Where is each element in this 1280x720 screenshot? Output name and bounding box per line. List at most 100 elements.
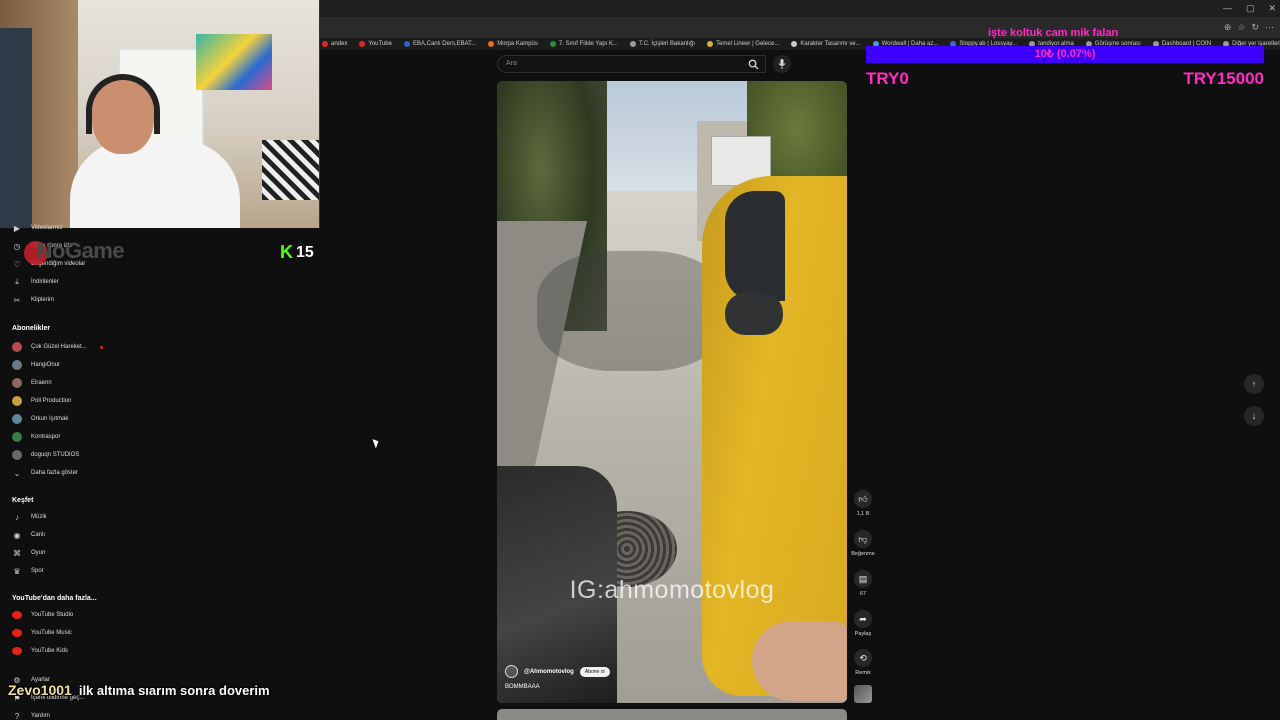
sidebar-item-label: HangiOnur xyxy=(31,362,61,368)
subscription-item[interactable]: doguqn STUDIOS xyxy=(12,450,79,460)
window-controls: — ▢ ✕ xyxy=(1223,3,1276,14)
search-button[interactable] xyxy=(741,55,766,73)
bookmark-label: andex xyxy=(331,41,348,47)
next-short-preview[interactable] xyxy=(497,709,847,720)
previous-short-button[interactable]: ↑ xyxy=(1244,374,1264,394)
close-button[interactable]: ✕ xyxy=(1268,3,1276,14)
explore-item[interactable]: ♛ Spor xyxy=(12,566,44,576)
kick-viewer-badge: K 15 xyxy=(280,242,314,263)
donation-goal-title: işte koltuk cam mik falan xyxy=(988,27,1119,39)
explore-item[interactable]: ♪ Müzik xyxy=(12,512,47,522)
trophy-icon: ♛ xyxy=(13,566,21,576)
sound-thumbnail[interactable] xyxy=(854,685,872,703)
show-more-button[interactable]: ⌄ Daha fazla göster xyxy=(12,468,78,478)
comment-button[interactable]: ▤ xyxy=(854,570,872,588)
screen: — ▢ ✕ ⊕ ☆ ↻ ⋯ andex YouTube EBA,Canlı Ders… xyxy=(0,0,1280,720)
video-watermark: IG:ahmomotovlog xyxy=(569,576,775,604)
bookmark-favicon-icon xyxy=(359,41,366,47)
bookmark-label: 7. Sınıf Fiilde Yapı K... xyxy=(558,41,619,47)
next-short-button[interactable]: ↓ xyxy=(1244,406,1264,426)
channel-name[interactable]: @Ahmomotovlog xyxy=(524,669,574,675)
donation-min-label: TRY0 xyxy=(866,69,909,88)
dislike-label: Beğenme xyxy=(851,551,875,557)
mouse-cursor-icon xyxy=(372,437,381,449)
bookmark-favicon-icon xyxy=(488,41,495,47)
thumb-up-icon: 👍︎ xyxy=(858,493,868,504)
voice-search-button[interactable] xyxy=(773,55,791,73)
subscription-item[interactable]: Poll Production xyxy=(12,396,71,406)
subscription-item[interactable]: HangiOnur xyxy=(12,360,60,370)
webcam-feed xyxy=(0,0,320,228)
brand-overlay: ONoGame xyxy=(36,238,125,263)
sidebar-item-label: Orkun Işıtmak xyxy=(31,416,69,422)
explore-item[interactable]: ⌘ Oyun xyxy=(12,548,45,558)
minimize-button[interactable]: — xyxy=(1223,3,1232,14)
address-bar[interactable]: ⊕ ☆ ↻ ⋯ xyxy=(320,18,1280,38)
subscribe-button[interactable]: Abone ol xyxy=(579,666,610,677)
like-button[interactable]: 👍︎ xyxy=(854,490,872,508)
chat-text: ilk altıma sıarım sonra doverim xyxy=(78,683,270,698)
like-action: 👍︎ 1,1 B xyxy=(850,490,876,517)
bookmark-favicon-icon xyxy=(549,41,556,47)
bookmark-item[interactable]: YouTube xyxy=(359,38,392,50)
donation-amount: 10₺ (0.07%) xyxy=(1034,48,1096,60)
search-icon xyxy=(748,59,759,70)
live-icon: ◉ xyxy=(13,530,21,540)
download-icon: ⤓ xyxy=(15,277,19,286)
bookmark-label: Morpa Kampüs xyxy=(497,41,538,47)
bookmark-item[interactable]: Morpa Kampüs xyxy=(488,38,538,50)
chevron-down-icon: ⌄ xyxy=(13,468,21,478)
share-button[interactable]: ➦ xyxy=(854,610,872,628)
sidebar-item-label: Oyun xyxy=(31,550,46,556)
toolbar-icons: ⊕ ☆ ↻ ⋯ xyxy=(1224,22,1274,33)
youtube-app-item[interactable]: YouTube Studio xyxy=(12,610,73,620)
channel-avatar xyxy=(12,342,22,352)
remix-action: ⟲ Remix xyxy=(850,649,876,676)
sidebar-item-label: Poll Production xyxy=(31,398,72,404)
remix-button[interactable]: ⟲ xyxy=(854,649,872,667)
sidebar-item[interactable]: ⤓ İndirilenler xyxy=(12,277,58,287)
youtube-app-item[interactable]: YouTube Kids xyxy=(12,646,68,656)
like-count: 1,1 B xyxy=(856,511,870,517)
sidebar-item[interactable]: ▶ Videolarınız xyxy=(12,223,63,233)
shorts-video-player[interactable]: IG:ahmomotovlog @Ahmomotovlog Abone ol B… xyxy=(497,81,847,703)
bookmark-item[interactable]: EBA,Canlı Ders,EBAT... xyxy=(403,38,476,50)
bookmark-item[interactable]: 7. Sınıf Fiilde Yapı K... xyxy=(549,38,619,50)
subscription-item[interactable]: Kontraspor xyxy=(12,432,60,442)
refresh-icon[interactable]: ↻ xyxy=(1251,22,1259,33)
bookmark-label: Karakter Tasarımı ve... xyxy=(800,41,861,47)
maximize-button[interactable]: ▢ xyxy=(1246,3,1255,14)
search-input[interactable]: Ara xyxy=(497,55,766,73)
explore-item[interactable]: ◉ Canlı xyxy=(12,530,46,540)
bookmark-item[interactable]: Karakter Tasarımı ve... xyxy=(791,38,861,50)
menu-icon[interactable]: ⋯ xyxy=(1265,22,1274,33)
video-car-window xyxy=(725,191,785,301)
dislike-button[interactable]: 👎︎ xyxy=(854,530,872,548)
channel-avatar xyxy=(12,378,22,388)
video-channel-info: @Ahmomotovlog Abone ol xyxy=(505,665,610,678)
extension-icon[interactable]: ⊕ xyxy=(1224,22,1232,33)
sidebar-bottom-item[interactable]: ? Yardım xyxy=(12,711,50,720)
subscriptions-heading[interactable]: Abonelikler xyxy=(12,325,50,332)
webcam-border xyxy=(0,0,320,228)
sidebar-item[interactable]: ✂ Kliplerim xyxy=(12,295,54,305)
youtube-logo-icon xyxy=(12,611,22,619)
channel-avatar[interactable] xyxy=(505,665,518,678)
channel-avatar xyxy=(12,414,22,424)
bookmark-item[interactable]: andex xyxy=(322,38,347,50)
subscription-item[interactable]: Elraenn xyxy=(12,378,52,388)
subscription-item[interactable]: Çok Güzel Hareket... xyxy=(12,342,103,352)
youtube-app-item[interactable]: YouTube Music xyxy=(12,628,72,638)
youtube-logo-icon xyxy=(12,629,22,637)
sidebar-item-label: Spor xyxy=(31,568,44,574)
star-icon[interactable]: ☆ xyxy=(1237,22,1245,33)
bookmark-favicon-icon xyxy=(403,41,410,47)
more-from-youtube-heading[interactable]: YouTube'dan daha fazla... xyxy=(12,595,97,602)
sidebar-item-label: doguqn STUDIOS xyxy=(31,452,80,458)
bookmark-item[interactable]: T.C. İçişleri Bakanlığı xyxy=(630,38,695,50)
explore-heading[interactable]: Keşfet xyxy=(12,497,33,504)
channel-avatar xyxy=(12,432,22,442)
subscription-item[interactable]: Orkun Işıtmak xyxy=(12,414,68,424)
bookmark-item[interactable]: Temel Lineer | Gelece... xyxy=(707,38,779,50)
play-icon: ▶ xyxy=(13,223,21,233)
